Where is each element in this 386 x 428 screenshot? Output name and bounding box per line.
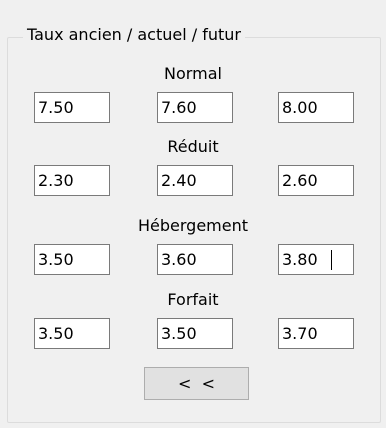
section-label-hebergement: Hébergement (137, 216, 248, 235)
forfait-actuel-field[interactable] (157, 318, 233, 349)
text-cursor (331, 250, 332, 270)
reduit-ancien-field[interactable] (34, 165, 110, 196)
normal-futur-field[interactable] (278, 92, 354, 123)
reduit-futur-field[interactable] (278, 165, 354, 196)
hebergement-futur-field[interactable] (278, 244, 354, 275)
normal-ancien-field[interactable] (34, 92, 110, 123)
section-label-reduit: Réduit (167, 137, 219, 156)
hebergement-ancien-field[interactable] (34, 244, 110, 275)
reduit-actuel-field[interactable] (157, 165, 233, 196)
groupbox-title: Taux ancien / actuel / futur (23, 24, 245, 46)
section-label-normal: Normal (164, 64, 222, 83)
forfait-futur-field[interactable] (278, 318, 354, 349)
shift-rates-button[interactable]: < < (144, 367, 249, 400)
section-label-forfait: Forfait (167, 290, 219, 309)
hebergement-actuel-field[interactable] (157, 244, 233, 275)
forfait-ancien-field[interactable] (34, 318, 110, 349)
normal-actuel-field[interactable] (157, 92, 233, 123)
